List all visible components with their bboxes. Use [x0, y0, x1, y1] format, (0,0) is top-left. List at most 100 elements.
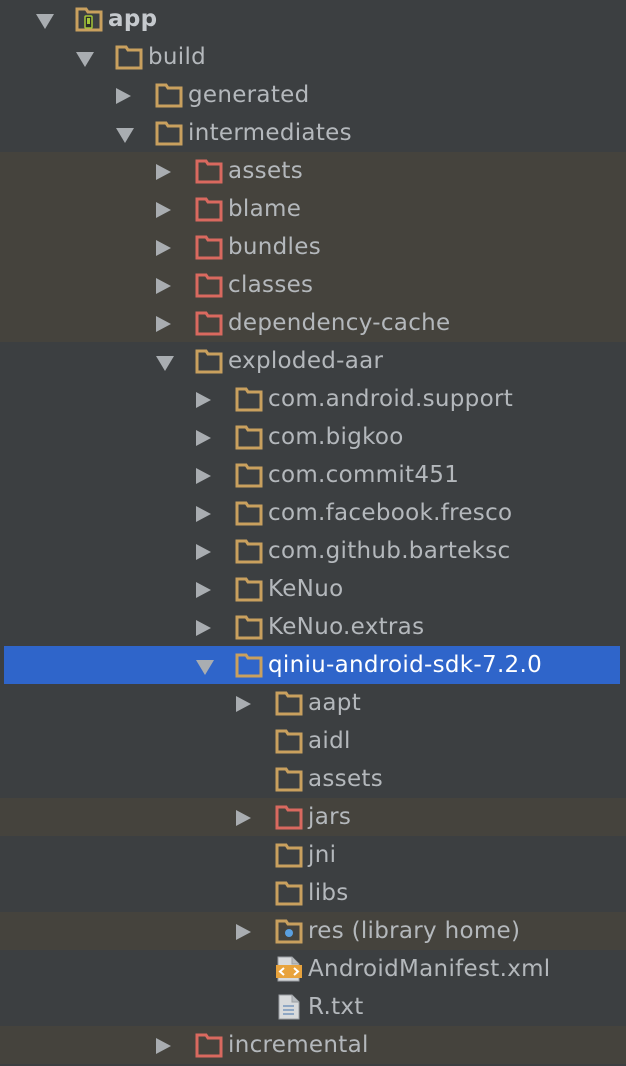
- tree-node-label: com.bigkoo: [268, 424, 404, 450]
- collapse-arrow-icon[interactable]: [196, 660, 214, 675]
- tree-node[interactable]: intermediates: [0, 114, 626, 152]
- tree-node[interactable]: jars: [0, 798, 626, 836]
- folder-icon: [275, 880, 303, 906]
- excluded-folder-icon: [195, 158, 223, 184]
- tree-node[interactable]: classes: [0, 266, 626, 304]
- tree-node[interactable]: incremental: [0, 1026, 626, 1064]
- tree-node-label: com.commit451: [268, 462, 460, 488]
- tree-node[interactable]: com.bigkoo: [0, 418, 626, 456]
- tree-node[interactable]: aapt: [0, 684, 626, 722]
- tree-node-label: assets: [228, 158, 304, 184]
- expand-arrow-icon[interactable]: [156, 1038, 171, 1054]
- collapse-arrow-icon[interactable]: [116, 128, 134, 143]
- module-folder-icon: [75, 6, 103, 32]
- tree-node-label: exploded-aar: [228, 348, 384, 374]
- tree-node-label: libs: [308, 880, 349, 906]
- tree-node[interactable]: assets: [0, 152, 626, 190]
- expand-arrow-icon[interactable]: [156, 202, 171, 218]
- folder-icon: [155, 82, 183, 108]
- collapse-arrow-icon[interactable]: [156, 356, 174, 371]
- tree-node[interactable]: com.facebook.fresco: [0, 494, 626, 532]
- expand-arrow-icon[interactable]: [236, 696, 251, 712]
- tree-node[interactable]: AndroidManifest.xml: [0, 950, 626, 988]
- collapse-arrow-icon[interactable]: [76, 52, 94, 67]
- expand-arrow-icon[interactable]: [196, 544, 211, 560]
- tree-node-label: incremental: [228, 1032, 369, 1058]
- tree-node-label: app: [108, 6, 158, 32]
- tree-node[interactable]: KeNuo: [0, 570, 626, 608]
- tree-node-label: AndroidManifest.xml: [308, 956, 551, 982]
- tree-node-label: aapt: [308, 690, 362, 716]
- collapse-arrow-icon[interactable]: [36, 14, 54, 29]
- tree-node-label: aidl: [308, 728, 351, 754]
- tree-node-label: intermediates: [188, 120, 352, 146]
- xml-file-icon: [275, 956, 303, 982]
- folder-icon: [235, 500, 263, 526]
- excluded-folder-icon: [195, 310, 223, 336]
- tree-node-label: build: [148, 44, 207, 70]
- tree-node[interactable]: exploded-aar: [0, 342, 626, 380]
- tree-node-label: jni: [308, 842, 337, 868]
- tree-node[interactable]: assets: [0, 760, 626, 798]
- tree-node[interactable]: dependency-cache: [0, 304, 626, 342]
- expand-arrow-icon[interactable]: [236, 924, 251, 940]
- folder-icon: [235, 652, 263, 678]
- tree-node-label: qiniu-android-sdk-7.2.0: [268, 652, 543, 678]
- expand-arrow-icon[interactable]: [156, 240, 171, 256]
- folder-icon: [275, 728, 303, 754]
- folder-icon: [275, 766, 303, 792]
- tree-node[interactable]: libs: [0, 874, 626, 912]
- tree-node-label: bundles: [228, 234, 321, 260]
- expand-arrow-icon[interactable]: [236, 810, 251, 826]
- tree-node[interactable]: com.android.support: [0, 380, 626, 418]
- text-file-icon: [275, 994, 303, 1020]
- folder-icon: [275, 842, 303, 868]
- folder-icon: [235, 538, 263, 564]
- expand-arrow-icon[interactable]: [196, 392, 211, 408]
- tree-node-label: KeNuo.extras: [268, 614, 425, 640]
- expand-arrow-icon[interactable]: [196, 582, 211, 598]
- tree-node[interactable]: build: [0, 38, 626, 76]
- tree-node[interactable]: blame: [0, 190, 626, 228]
- expand-arrow-icon[interactable]: [196, 430, 211, 446]
- tree-node-label: classes: [228, 272, 314, 298]
- tree-node-label: blame: [228, 196, 302, 222]
- expand-arrow-icon[interactable]: [116, 88, 131, 104]
- tree-node-label: com.github.barteksc: [268, 538, 511, 564]
- tree-node-label: generated: [188, 82, 310, 108]
- expand-arrow-icon[interactable]: [156, 164, 171, 180]
- tree-node[interactable]: qiniu-android-sdk-7.2.0: [4, 646, 620, 684]
- tree-node[interactable]: bundles: [0, 228, 626, 266]
- tree-node[interactable]: aidl: [0, 722, 626, 760]
- project-tree[interactable]: app build generated intermediates assets blam…: [0, 0, 626, 1066]
- tree-node-label: KeNuo: [268, 576, 344, 602]
- tree-node[interactable]: generated: [0, 76, 626, 114]
- tree-node-label: assets: [308, 766, 384, 792]
- tree-node-label: dependency-cache: [228, 310, 451, 336]
- tree-node[interactable]: R.txt: [0, 988, 626, 1026]
- tree-node[interactable]: KeNuo.extras: [0, 608, 626, 646]
- excluded-folder-icon: [195, 1032, 223, 1058]
- expand-arrow-icon[interactable]: [156, 316, 171, 332]
- excluded-folder-icon: [275, 804, 303, 830]
- tree-node[interactable]: jni: [0, 836, 626, 874]
- folder-icon: [235, 614, 263, 640]
- tree-node[interactable]: res (library home): [0, 912, 626, 950]
- expand-arrow-icon[interactable]: [196, 506, 211, 522]
- tree-node-label: com.facebook.fresco: [268, 500, 513, 526]
- tree-node[interactable]: com.github.barteksc: [0, 532, 626, 570]
- resource-folder-icon: [275, 918, 303, 944]
- folder-icon: [155, 120, 183, 146]
- expand-arrow-icon[interactable]: [156, 278, 171, 294]
- folder-icon: [235, 424, 263, 450]
- excluded-folder-icon: [195, 196, 223, 222]
- tree-node[interactable]: com.commit451: [0, 456, 626, 494]
- folder-icon: [195, 348, 223, 374]
- tree-node-label: R.txt: [308, 994, 364, 1020]
- folder-icon: [235, 576, 263, 602]
- folder-icon: [235, 462, 263, 488]
- tree-node[interactable]: app: [0, 0, 626, 38]
- expand-arrow-icon[interactable]: [196, 468, 211, 484]
- expand-arrow-icon[interactable]: [196, 620, 211, 636]
- tree-node-label: com.android.support: [268, 386, 514, 412]
